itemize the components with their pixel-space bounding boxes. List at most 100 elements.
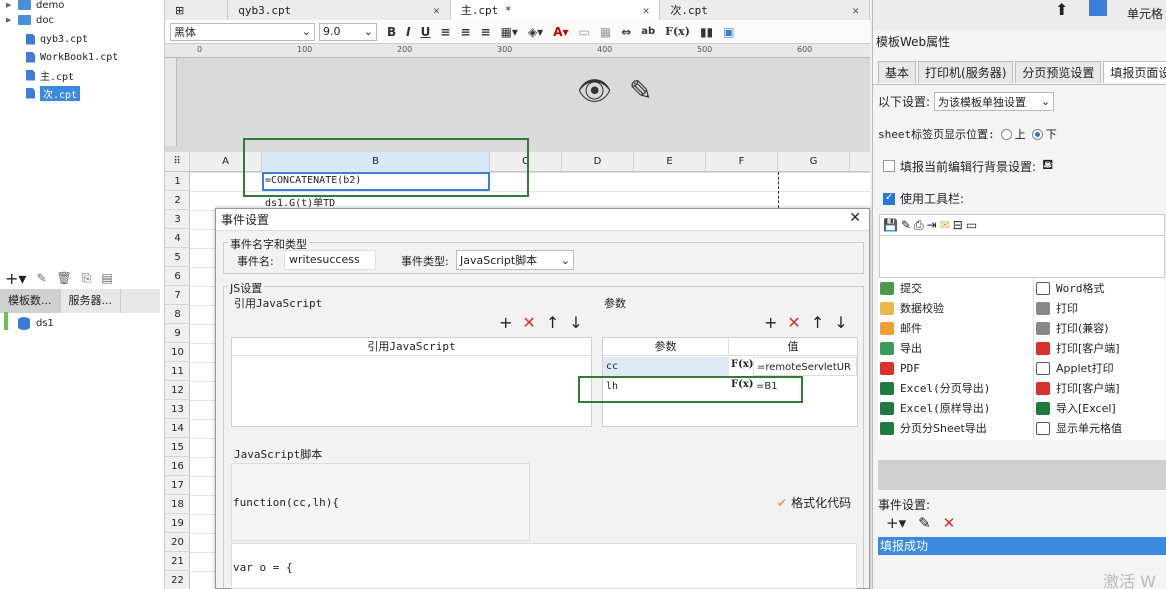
mail-icon[interactable]: ✉ (940, 218, 950, 232)
tab-qyb3[interactable]: qyb3.cpt ✕ (228, 0, 451, 20)
paint-bucket-icon[interactable]: ⛾ (1042, 157, 1053, 175)
row-header-cell[interactable]: 2 (165, 191, 190, 210)
radio-bottom[interactable] (1031, 128, 1043, 140)
event-name-input[interactable]: writesuccess (284, 250, 376, 270)
tool-import-excel[interactable]: 导入[Excel] (1036, 398, 1116, 418)
tool-submit[interactable]: 提交 (880, 278, 922, 298)
grid-icon[interactable] (1089, 0, 1107, 16)
row-header-cell[interactable]: 11 (165, 362, 190, 381)
underline-button[interactable]: U (421, 25, 431, 39)
row-header-cell[interactable]: 19 (165, 514, 190, 533)
tool-print-client[interactable]: 打印[客户端] (1036, 338, 1120, 358)
font-color-icon[interactable]: A▾ (553, 25, 568, 39)
tool-print[interactable]: 打印 (1036, 298, 1078, 318)
delete-icon[interactable]: ✕ (943, 514, 956, 532)
hide-icon[interactable]: 👁 (577, 74, 613, 107)
row-header-cell[interactable]: 13 (165, 400, 190, 419)
tree-item-doc[interactable]: ▶ doc (6, 11, 54, 29)
tool-mail[interactable]: 邮件 (880, 318, 922, 338)
tool-applet-print[interactable]: Applet打印 (1036, 358, 1114, 378)
row-header-cell[interactable]: 8 (165, 305, 190, 324)
tree-item-main[interactable]: 主.cpt (26, 66, 74, 84)
row-header-cell[interactable]: 22 (165, 571, 190, 589)
formula-button[interactable]: F(x) (665, 25, 690, 38)
setting-scope-select[interactable]: 为该模板单独设置 ⌄ (934, 92, 1055, 111)
add-icon[interactable]: +▾ (5, 269, 26, 288)
param-name-cell[interactable]: cc (603, 357, 729, 376)
row-header-cell[interactable]: 18 (165, 495, 190, 514)
close-icon[interactable]: ✕ (849, 210, 861, 226)
align-right-icon[interactable]: ≡ (481, 25, 491, 39)
row-header-cell[interactable]: 1 (165, 172, 190, 191)
fill-color-icon[interactable]: ◈▾ (528, 25, 543, 39)
align-left-icon[interactable]: ≡ (440, 25, 450, 39)
tool-excel-page[interactable]: Excel(分页导出) (880, 378, 990, 398)
column-e-header[interactable]: E (634, 152, 706, 172)
font-size-select[interactable]: 9.0 ⌄ (319, 22, 377, 41)
row-header-cell[interactable]: 5 (165, 248, 190, 267)
use-toolbar-checkbox[interactable] (883, 192, 895, 205)
tree-icon[interactable]: ⊟ (953, 218, 963, 232)
italic-button[interactable]: I (406, 25, 410, 39)
edit-icon[interactable]: ✎ (36, 271, 46, 285)
window-grid-icon[interactable]: ⊞ (165, 0, 229, 20)
column-d-header[interactable]: D (562, 152, 634, 172)
border-icon[interactable]: ▦▾ (501, 25, 518, 39)
delete-icon[interactable]: ✕ (522, 313, 535, 332)
align-center-icon[interactable]: ≡ (460, 25, 470, 39)
chart-icon[interactable]: ▮▮ (700, 25, 713, 39)
text-icon[interactable]: ab (641, 26, 655, 37)
tool-print-compat[interactable]: 打印(兼容) (1036, 318, 1109, 338)
print-icon[interactable]: ⎙ (914, 218, 924, 233)
row-header-cell[interactable]: 15 (165, 438, 190, 457)
move-down-icon[interactable]: ↓ (834, 313, 847, 332)
edit-icon[interactable]: ✎ (918, 514, 931, 532)
column-g-header[interactable]: G (778, 152, 850, 172)
add-icon[interactable]: + (499, 313, 512, 332)
tab-page-preview[interactable]: 分页预览设置 (1015, 61, 1102, 83)
move-down-icon[interactable]: ↓ (569, 313, 582, 332)
tool-page-sheet[interactable]: 分页分Sheet导出 (880, 418, 987, 438)
bold-button[interactable]: B (387, 25, 396, 39)
dataset-item-ds1[interactable]: ds1 (18, 314, 54, 332)
window-icon[interactable]: ▭ (966, 218, 977, 232)
row-header-cell[interactable]: 20 (165, 533, 190, 552)
edit-pencil-icon[interactable]: ✎ (629, 74, 652, 107)
check-icon[interactable]: ✎ (901, 218, 911, 232)
row-header-cell[interactable]: 10 (165, 343, 190, 362)
param-value-cell[interactable]: =remoteServletUR (753, 357, 857, 376)
cursor-arrow-icon[interactable]: ⬆ (1055, 0, 1068, 19)
script-editor[interactable]: var o = { (231, 543, 857, 589)
tab-secondary[interactable]: 次.cpt ✕ (660, 0, 870, 20)
save-icon[interactable]: 💾 (883, 218, 898, 232)
image-icon[interactable]: ▣ (723, 25, 734, 39)
row-header-cell[interactable]: 17 (165, 476, 190, 495)
tool-pdf[interactable]: PDF (880, 358, 920, 378)
move-up-icon[interactable]: ↑ (546, 313, 559, 332)
tool-show-cell-value[interactable]: 显示单元格值 (1036, 418, 1122, 438)
export-icon[interactable]: ⇥ (927, 218, 937, 232)
server-icon[interactable]: ▤ (101, 271, 112, 285)
tab-template-dataset[interactable]: 模板数... (0, 289, 61, 313)
move-up-icon[interactable]: ↑ (811, 313, 824, 332)
tool-validate[interactable]: 数据校验 (880, 298, 944, 318)
tab-fill-page[interactable]: 填报页面设 (1103, 61, 1166, 83)
delete-icon[interactable]: 🗑 (57, 271, 72, 285)
unmerge-icon[interactable]: ▦ (600, 25, 611, 39)
event-item-fill-success[interactable]: 填报成功 (878, 537, 1166, 555)
delete-icon[interactable]: ✕ (787, 313, 800, 332)
merge-icon[interactable]: ▭ (579, 25, 590, 39)
add-icon[interactable]: + (764, 313, 777, 332)
close-icon[interactable]: ✕ (852, 4, 859, 17)
format-code-button[interactable]: ✔ 格式化代码 (777, 494, 851, 511)
select-all-corner[interactable]: ⠿ (165, 152, 190, 172)
tree-item-qyb3[interactable]: qyb3.cpt (26, 30, 88, 48)
close-icon[interactable]: ✕ (643, 4, 650, 17)
ref-js-table[interactable]: 引用JavaScript (231, 337, 592, 427)
row-header-cell[interactable]: 3 (165, 210, 190, 229)
row-header-cell[interactable]: 14 (165, 419, 190, 438)
link-icon[interactable]: ⇔ (621, 25, 631, 39)
formula-icon[interactable]: F(x) (731, 359, 754, 370)
close-icon[interactable]: ✕ (433, 4, 440, 17)
expand-icon[interactable]: ▶ (6, 1, 18, 9)
